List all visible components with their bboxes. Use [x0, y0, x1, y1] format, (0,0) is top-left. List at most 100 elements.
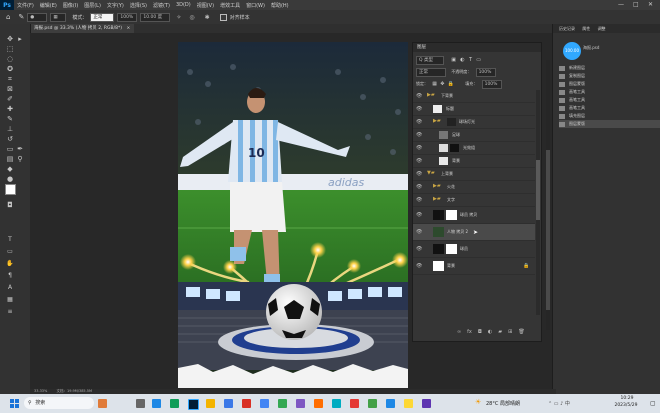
channels-icon[interactable]: ≡	[5, 308, 15, 315]
notification-icon[interactable]: ▢	[650, 400, 656, 407]
menu-layer[interactable]: 图层(L)	[81, 2, 104, 9]
menu-3d[interactable]: 3D(D)	[173, 2, 194, 8]
system-tray-icons[interactable]: ⌃ ▭ ♪ 中	[548, 400, 570, 407]
maximize-button[interactable]: □	[633, 1, 639, 8]
shape-tool-icon[interactable]: ▭	[5, 248, 15, 255]
poster-artwork[interactable]: adidas 10	[178, 42, 408, 388]
clock-time[interactable]: 10:29	[612, 396, 642, 401]
panel-dock-scroll-thumb[interactable]	[546, 150, 550, 310]
layer-style-icon[interactable]: fx	[467, 329, 472, 338]
visibility-eye-icon[interactable]: 👁	[416, 132, 422, 138]
menu-type[interactable]: 文字(Y)	[104, 2, 127, 9]
zoom-level[interactable]: 33.33%	[34, 389, 47, 393]
file-explorer-icon[interactable]	[206, 399, 215, 408]
close-tab-icon[interactable]: ×	[126, 26, 130, 31]
lasso-tool-icon[interactable]: ◌	[5, 56, 15, 63]
taskbar-search-box[interactable]: ⚲ 搜索	[24, 397, 94, 409]
document-tab[interactable]: 海报.psd @ 33.3% (人物 拷贝 2, RGB/8*) ×	[30, 24, 135, 33]
history-item[interactable]: 画笔工具	[559, 88, 660, 96]
layer-row[interactable]: 👁 足球	[413, 129, 535, 142]
clone-stamp-icon[interactable]: ⊥	[5, 126, 15, 133]
glyph-icon[interactable]: A	[5, 284, 15, 291]
quick-mask-icon[interactable]: ◘	[5, 202, 15, 209]
minimize-button[interactable]: —	[618, 1, 624, 8]
visibility-eye-icon[interactable]: 👁	[416, 212, 422, 218]
layers-scroll-thumb[interactable]	[536, 160, 540, 220]
history-item-current[interactable]: 图层蒙版	[559, 120, 660, 128]
wechat-icon[interactable]	[278, 399, 287, 408]
brush-settings-toggle[interactable]: ▦	[50, 12, 67, 22]
visibility-eye-icon[interactable]: 👁	[416, 246, 422, 252]
angle-field[interactable]: 10.00 度	[140, 12, 171, 22]
layer-row[interactable]: 👁 球员 拷贝	[413, 207, 535, 224]
lock-position-icon[interactable]: ✥	[440, 81, 444, 87]
visibility-eye-icon[interactable]: 👁	[416, 119, 422, 125]
visibility-eye-icon[interactable]: 👁	[416, 93, 422, 99]
pinned-app-icon[interactable]	[98, 399, 107, 408]
visibility-eye-icon[interactable]: 👁	[416, 263, 422, 269]
eyedropper-tool-icon[interactable]: ✐	[5, 96, 15, 103]
menu-window[interactable]: 窗口(W)	[243, 2, 268, 9]
link-layers-icon[interactable]: ∞	[457, 329, 461, 338]
app-icon-blue-3[interactable]	[386, 399, 395, 408]
airbrush-icon[interactable]: ✧	[176, 14, 181, 21]
healing-brush-icon[interactable]: ✚	[5, 106, 15, 113]
gradient-tool-icon[interactable]: ▤	[5, 156, 15, 163]
layer-row[interactable]: 👁 背景 🔒	[413, 258, 535, 275]
layer-row[interactable]: 👁 背景	[413, 155, 535, 168]
adjustment-layer-icon[interactable]: ◐	[488, 329, 492, 338]
menu-edit[interactable]: 编辑(E)	[37, 2, 60, 9]
edge-browser-icon[interactable]	[152, 399, 161, 408]
marquee-tool-icon[interactable]: ⬚	[5, 46, 15, 53]
close-button[interactable]: ✕	[648, 1, 653, 8]
layer-kind-filter[interactable]: Q 类型	[416, 56, 444, 65]
menu-help[interactable]: 帮助(H)	[268, 2, 292, 9]
history-item[interactable]: 画笔工具	[559, 96, 660, 104]
tab-history[interactable]: 历史记录	[559, 26, 575, 31]
layer-fill-field[interactable]: 100%	[481, 80, 502, 89]
layer-row[interactable]: 👁 ▶▰ 下背景	[413, 90, 535, 103]
menu-select[interactable]: 选择(S)	[127, 2, 150, 9]
task-view-icon[interactable]	[136, 399, 145, 408]
app-icon-orange[interactable]	[314, 399, 323, 408]
symmetry-icon[interactable]: ✱	[205, 14, 210, 21]
layer-row-selected[interactable]: 👁 人物 拷贝 2 ➤	[413, 224, 535, 241]
app-icon-red[interactable]	[242, 399, 251, 408]
visibility-eye-icon[interactable]: 👁	[416, 158, 422, 164]
filter-type-icon[interactable]: T	[469, 57, 472, 63]
frame-tool-icon[interactable]: ⊠	[5, 86, 15, 93]
layer-row[interactable]: 👁 球员	[413, 241, 535, 258]
app-icon-purple[interactable]	[296, 399, 305, 408]
blur-tool-icon[interactable]: ◆	[5, 166, 15, 173]
filter-adjust-icon[interactable]: ◐	[460, 57, 464, 63]
home-icon[interactable]: ⌂	[6, 13, 10, 21]
photoshop-taskbar-icon[interactable]	[188, 399, 199, 410]
history-item[interactable]: 新建图层	[559, 64, 660, 72]
menu-file[interactable]: 文件(F)	[14, 2, 37, 9]
layer-row[interactable]: 👁 ▶▰ 球场灯光	[413, 116, 535, 129]
weather-text[interactable]: 28°C 局部晴朗	[486, 400, 520, 407]
app-icon-blue-2[interactable]	[260, 399, 269, 408]
zoom-tool-icon[interactable]: ⚲	[15, 156, 25, 163]
app-icon-green[interactable]	[170, 399, 179, 408]
layer-row[interactable]: 👁 ▶▰ 文字	[413, 194, 535, 207]
history-item[interactable]: 图层蒙版	[559, 80, 660, 88]
move-tool-icon[interactable]: ✥	[5, 36, 15, 43]
history-snapshot[interactable]: 海报.psd	[583, 44, 653, 52]
visibility-eye-icon[interactable]: 👁	[416, 106, 422, 112]
windows-start-icon[interactable]	[10, 399, 19, 408]
app-icon-yellow[interactable]	[404, 399, 413, 408]
crop-tool-icon[interactable]: ⌗	[5, 76, 15, 83]
quick-select-tool-icon[interactable]: ✪	[5, 66, 15, 73]
brush-tool-icon-side[interactable]: ✎	[5, 116, 15, 123]
filter-pixel-icon[interactable]: ▣	[451, 57, 456, 63]
lock-all-icon[interactable]: 🔒	[448, 81, 454, 87]
app-icon-cyan[interactable]	[332, 399, 341, 408]
layer-row[interactable]: 👁 ▶▰ 火花	[413, 181, 535, 194]
menu-view[interactable]: 视图(V)	[194, 2, 217, 9]
opacity-field[interactable]: 100%	[117, 12, 138, 22]
text-tool-icon[interactable]: T	[5, 236, 15, 243]
eraser-tool-icon[interactable]: ▭	[5, 146, 15, 153]
dodge-tool-icon[interactable]: ●	[5, 176, 15, 183]
new-group-icon[interactable]: ▰	[498, 329, 502, 338]
